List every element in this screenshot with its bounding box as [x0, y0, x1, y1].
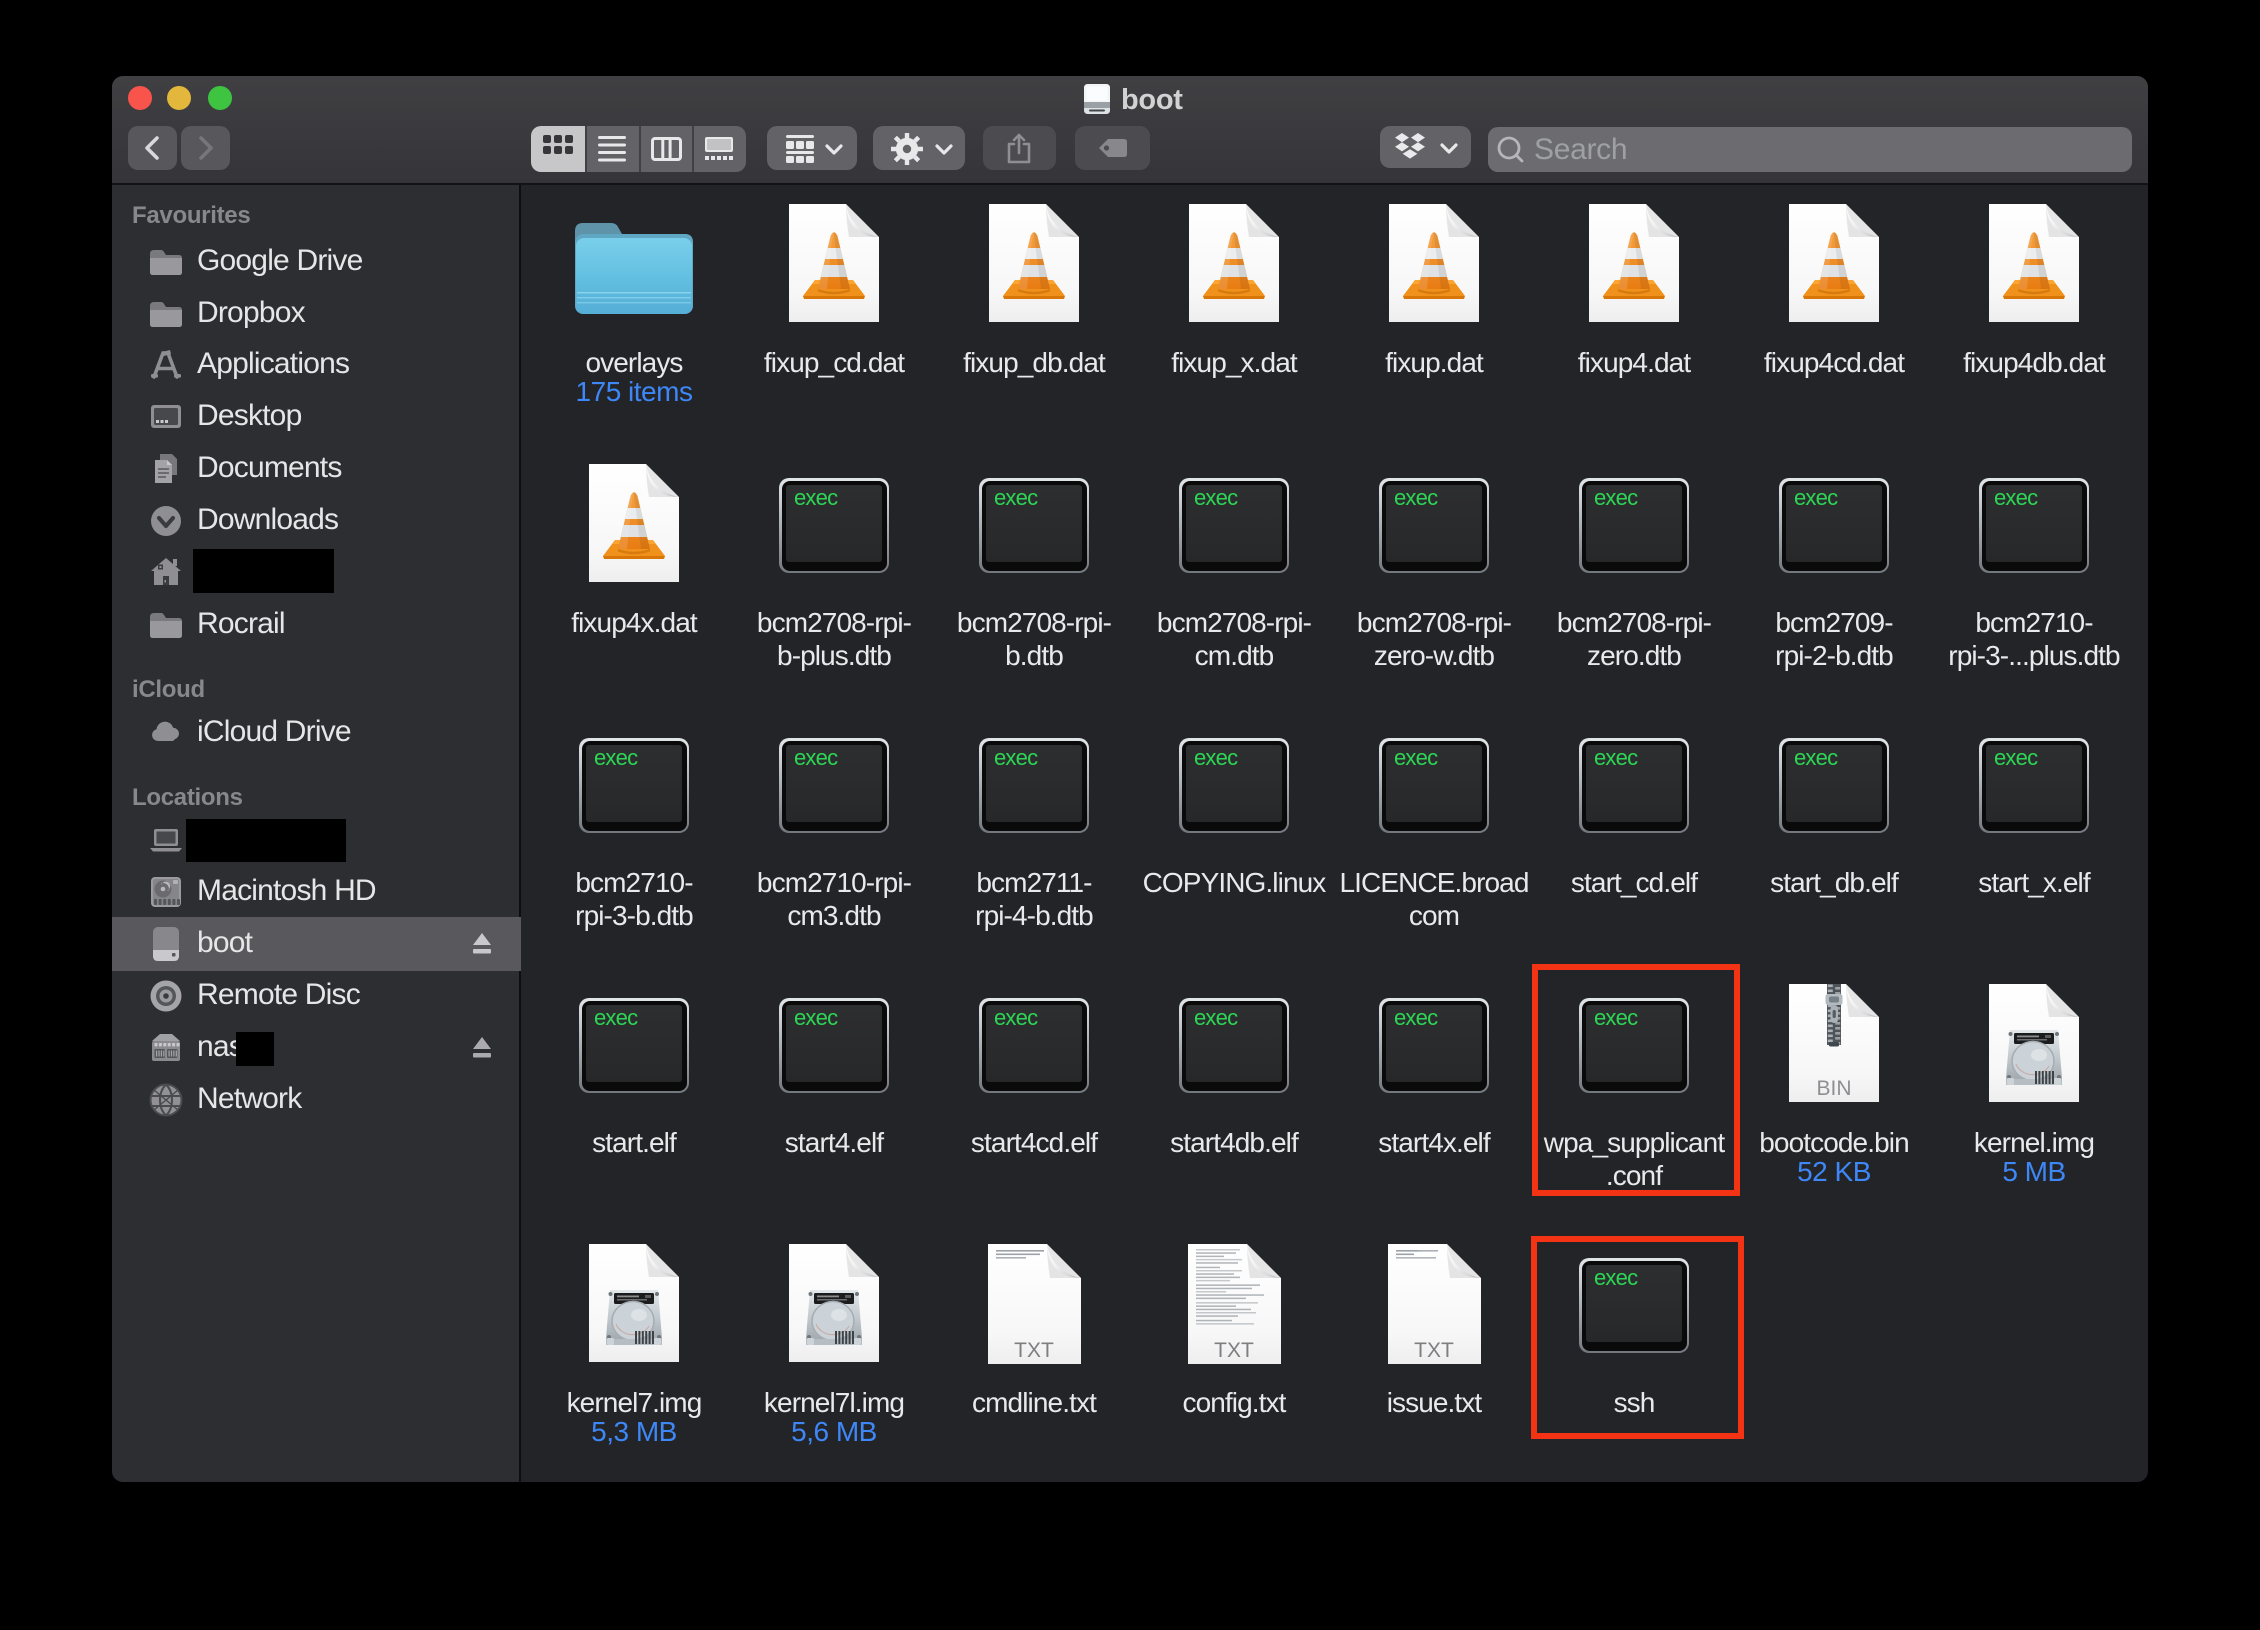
svg-text:TXT: TXT	[1214, 1339, 1254, 1362]
svg-text:TXT: TXT	[1014, 1339, 1054, 1362]
svg-text:TXT: TXT	[1414, 1339, 1454, 1362]
svg-text:BIN: BIN	[1816, 1077, 1851, 1100]
